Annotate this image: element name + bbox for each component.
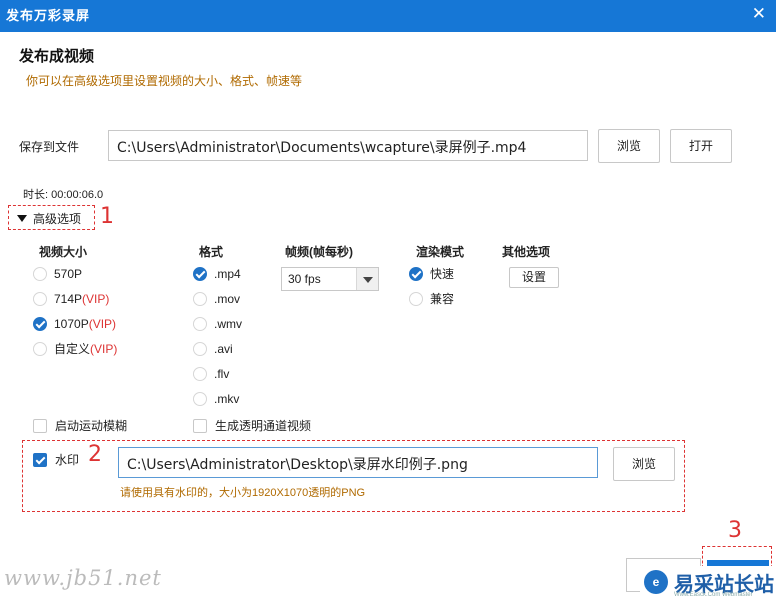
watermark-label: 水印	[55, 453, 80, 467]
watermark-hint: 请使用具有水印的，大小为1920X1070透明的PNG	[120, 487, 366, 499]
page-title: 发布成视频	[19, 48, 95, 65]
close-icon[interactable]: ✕	[752, 5, 766, 23]
size-option[interactable]: 714P(VIP)	[33, 291, 109, 307]
checkbox-icon	[33, 419, 47, 433]
format-option-label: .mov	[214, 292, 241, 306]
advanced-options-label: 高级选项	[33, 212, 82, 226]
site-logo: e 易采站长站 Www.Easck.Com Webmaster	[640, 566, 776, 602]
radio-icon	[193, 392, 207, 406]
size-option-label: 570P	[54, 267, 83, 281]
triangle-down-icon	[17, 215, 27, 222]
vip-badge: (VIP)	[90, 342, 118, 356]
window-title: 发布万彩录屏	[6, 8, 91, 23]
dropdown-arrow-icon	[356, 268, 378, 290]
annotation-number: 1	[100, 204, 114, 229]
radio-icon	[33, 267, 47, 281]
size-option-label: 自定义	[54, 342, 91, 356]
logo-subtext: Www.Easck.Com Webmaster	[674, 592, 753, 598]
render-mode-label: 兼容	[430, 292, 455, 306]
duration-readout: 时长: 00:00:06.0	[23, 186, 103, 202]
vip-badge: (VIP)	[88, 317, 117, 331]
title-bar: 发布万彩录屏 ✕	[0, 0, 776, 32]
annotation-number: 2	[88, 442, 102, 467]
browse-save-button[interactable]: 浏览	[598, 129, 660, 163]
format-heading: 格式	[199, 245, 224, 259]
format-option-label: .avi	[214, 342, 233, 356]
render-mode-option[interactable]: 快速	[409, 266, 454, 282]
browse-watermark-button[interactable]: 浏览	[613, 447, 675, 481]
watermark-path-input[interactable]: C:\Users\Administrator\Desktop\录屏水印例子.pn…	[118, 447, 598, 478]
radio-icon	[193, 292, 207, 306]
size-option-label: 714P	[54, 292, 83, 306]
radio-icon	[193, 342, 207, 356]
radio-icon	[33, 292, 47, 306]
advanced-options-toggle[interactable]: 高级选项	[8, 205, 95, 230]
open-button[interactable]: 打开	[670, 129, 732, 163]
radio-icon	[409, 292, 423, 306]
format-option[interactable]: .flv	[193, 366, 229, 382]
format-option[interactable]: .mov	[193, 291, 240, 307]
radio-icon	[33, 342, 47, 356]
render-mode-heading: 渲染模式	[416, 245, 465, 259]
format-option-label: .wmv	[214, 317, 242, 331]
format-option-label: .flv	[214, 367, 230, 381]
format-option[interactable]: .wmv	[193, 316, 242, 332]
size-option[interactable]: 自定义(VIP)	[33, 341, 117, 357]
duration-value: 00:00:06.0	[51, 189, 104, 201]
alpha-video-checkbox[interactable]: 生成透明通道视频	[193, 418, 311, 434]
page-subtitle: 你可以在高级选项里设置视频的大小、格式、帧速等	[26, 74, 303, 88]
save-to-file-label: 保存到文件	[19, 140, 80, 154]
video-size-heading: 视频大小	[39, 245, 88, 259]
site-watermark: www.jb51.net	[4, 566, 162, 590]
radio-checked-icon	[193, 267, 207, 281]
radio-icon	[193, 317, 207, 331]
duration-label: 时长:	[23, 189, 49, 201]
other-options-heading: 其他选项	[502, 245, 551, 259]
format-option-label: .mkv	[214, 392, 240, 406]
radio-icon	[193, 367, 207, 381]
render-mode-option[interactable]: 兼容	[409, 291, 454, 307]
annotation-number: 3	[728, 518, 742, 543]
framerate-select[interactable]: 30 fps	[281, 267, 379, 291]
motion-blur-checkbox[interactable]: 启动运动模糊	[33, 418, 127, 434]
size-option-label: 1070P	[54, 317, 89, 331]
format-option[interactable]: .mkv	[193, 391, 239, 407]
save-path-input[interactable]: C:\Users\Administrator\Documents\wcaptur…	[108, 130, 588, 161]
other-settings-button[interactable]: 设置	[509, 267, 559, 288]
framerate-heading: 帧频(帧每秒)	[285, 245, 353, 259]
format-option-label: .mp4	[214, 267, 241, 281]
vip-badge: (VIP)	[82, 292, 110, 306]
render-mode-label: 快速	[430, 267, 455, 281]
format-option[interactable]: .mp4	[193, 266, 241, 282]
size-option[interactable]: 570P	[33, 266, 82, 282]
checkbox-icon	[193, 419, 207, 433]
watermark-checkbox[interactable]: 水印	[33, 452, 79, 468]
alpha-video-label: 生成透明通道视频	[215, 419, 312, 433]
radio-checked-icon	[409, 267, 423, 281]
logo-icon: e	[644, 570, 668, 594]
checkbox-checked-icon	[33, 453, 47, 467]
framerate-value: 30 fps	[288, 272, 321, 286]
radio-checked-icon	[33, 317, 47, 331]
size-option[interactable]: 1070P(VIP)	[33, 316, 116, 332]
motion-blur-label: 启动运动模糊	[55, 419, 128, 433]
format-option[interactable]: .avi	[193, 341, 233, 357]
